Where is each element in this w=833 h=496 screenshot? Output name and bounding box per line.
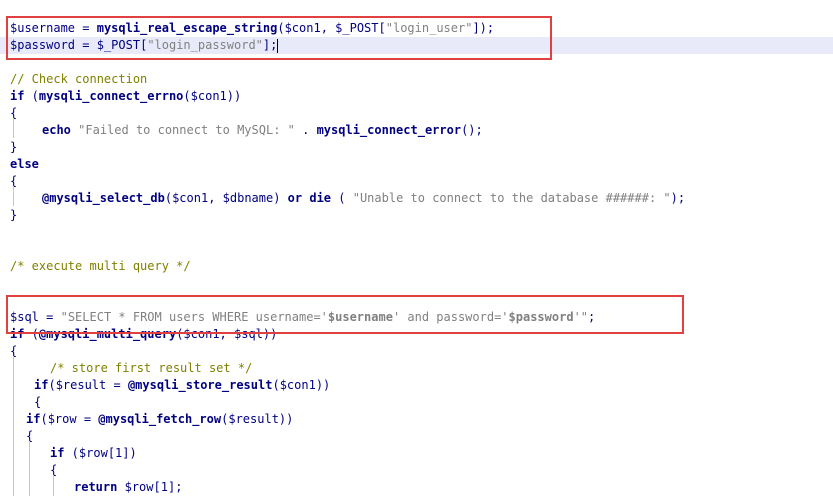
code-line-else: else — [10, 157, 39, 171]
code-line-select-db: @mysqli_select_db($con1, $dbname) or die… — [42, 191, 686, 205]
highlight-box-sql-query — [6, 295, 684, 334]
code-line-echo: echo "Failed to connect to MySQL: " . my… — [42, 123, 483, 137]
highlight-box-credentials — [6, 16, 552, 60]
indent-guide — [29, 441, 30, 496]
indent-guide — [13, 186, 14, 206]
code-line-if-result: if($result = @mysqli_store_result($con1)… — [34, 378, 331, 392]
indent-guide — [53, 475, 54, 496]
indent-guide — [13, 118, 14, 138]
code-line-brace-close: } — [10, 140, 18, 154]
code-line-if-row1: if ($row[1]) — [50, 446, 137, 460]
code-line-brace-close: } — [10, 208, 18, 222]
indent-guide — [13, 356, 14, 496]
code-line-comment-store: /* store first result set */ — [50, 361, 253, 375]
code-line-if-row: if($row = @mysqli_fetch_row($result)) — [26, 412, 294, 426]
code-editor[interactable]: $username = mysqli_real_escape_string($c… — [0, 0, 833, 496]
code-line-return: return $row[1]; — [74, 480, 183, 494]
code-line-if-errno: if (mysqli_connect_errno($con1)) — [10, 89, 242, 103]
code-line-comment-check: // Check connection — [10, 72, 148, 86]
code-line-comment-multi: /* execute multi query */ — [10, 259, 191, 273]
code-line-brace-open: { — [34, 395, 42, 409]
